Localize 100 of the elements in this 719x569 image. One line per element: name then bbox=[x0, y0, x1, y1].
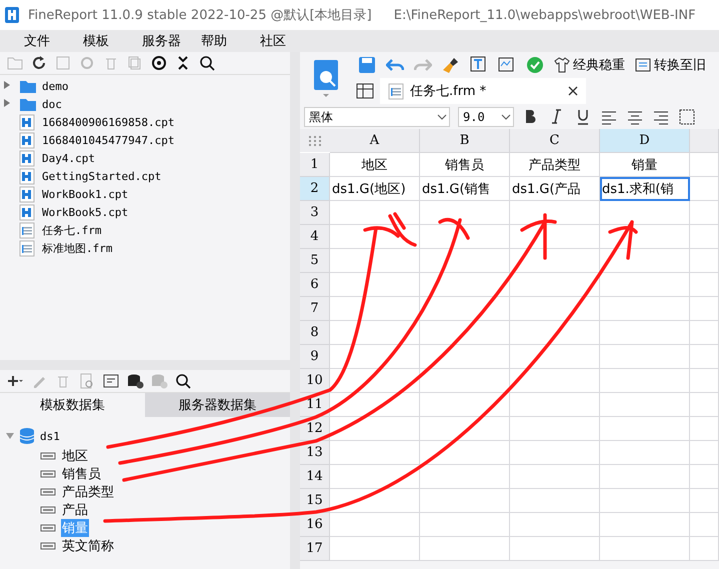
table-cell[interactable] bbox=[600, 201, 690, 225]
table-cell[interactable] bbox=[690, 153, 719, 177]
table-cell[interactable] bbox=[510, 321, 600, 345]
row-header[interactable]: 2 bbox=[300, 177, 330, 201]
table-cell[interactable] bbox=[420, 393, 510, 417]
file-name[interactable]: Day4.cpt bbox=[42, 152, 95, 164]
refresh-icon[interactable] bbox=[30, 54, 48, 72]
table-cell[interactable]: ds1.G(地区) bbox=[330, 177, 420, 201]
table-cell[interactable] bbox=[420, 441, 510, 465]
row-header[interactable]: 3 bbox=[300, 201, 330, 225]
table-cell[interactable] bbox=[690, 345, 719, 369]
table-cell[interactable] bbox=[600, 249, 690, 273]
table-cell[interactable] bbox=[510, 537, 600, 561]
table-cell[interactable] bbox=[330, 489, 420, 513]
table-cell[interactable] bbox=[690, 465, 719, 489]
column-header[interactable]: C bbox=[510, 129, 600, 153]
table-cell[interactable] bbox=[690, 273, 719, 297]
file-name[interactable]: WorkBook1.cpt bbox=[42, 188, 128, 200]
table-cell[interactable] bbox=[420, 201, 510, 225]
table-cell[interactable] bbox=[330, 345, 420, 369]
expand-arrow-icon[interactable] bbox=[4, 99, 10, 107]
table-cell[interactable] bbox=[420, 537, 510, 561]
table-cell[interactable] bbox=[600, 393, 690, 417]
table-cell[interactable] bbox=[690, 297, 719, 321]
row-header[interactable]: 15 bbox=[300, 489, 330, 513]
row-header[interactable]: 17 bbox=[300, 537, 330, 561]
text-search-icon[interactable] bbox=[470, 56, 488, 74]
table-cell[interactable] bbox=[420, 513, 510, 537]
row-header[interactable]: 5 bbox=[300, 249, 330, 273]
field-name[interactable]: 英文简称 bbox=[61, 537, 115, 555]
menu-item[interactable]: 文件 bbox=[24, 32, 83, 50]
border-icon[interactable] bbox=[678, 108, 696, 126]
table-cell[interactable] bbox=[420, 465, 510, 489]
table-cell[interactable] bbox=[510, 297, 600, 321]
table-cell[interactable]: 产品类型 bbox=[510, 153, 600, 177]
file-name[interactable]: 任务七.frm bbox=[42, 222, 102, 238]
file-name[interactable]: 标准地图.frm bbox=[42, 240, 112, 256]
table-cell[interactable] bbox=[420, 249, 510, 273]
table-cell[interactable] bbox=[510, 393, 600, 417]
row-header[interactable]: 13 bbox=[300, 441, 330, 465]
template-preview-icon[interactable] bbox=[311, 58, 341, 98]
table-cell[interactable] bbox=[510, 441, 600, 465]
table-cell[interactable] bbox=[600, 369, 690, 393]
size-dropdown[interactable]: 9.0 bbox=[458, 107, 514, 127]
table-cell[interactable] bbox=[690, 441, 719, 465]
table-cell[interactable] bbox=[510, 489, 600, 513]
table-cell[interactable] bbox=[510, 345, 600, 369]
row-header[interactable]: 9 bbox=[300, 345, 330, 369]
brush-icon[interactable] bbox=[442, 56, 460, 74]
convert-button[interactable]: 转换至旧 bbox=[654, 56, 706, 74]
column-header[interactable]: A bbox=[330, 129, 420, 153]
row-header[interactable]: 4 bbox=[300, 225, 330, 249]
dataset-name[interactable]: ds1 bbox=[40, 430, 60, 442]
table-cell[interactable]: 销售员 bbox=[420, 153, 510, 177]
table-cell[interactable] bbox=[510, 417, 600, 441]
table-cell[interactable] bbox=[600, 297, 690, 321]
editor-tab[interactable]: 任务七.frm * bbox=[380, 78, 586, 104]
font-dropdown[interactable]: 黑体 bbox=[304, 107, 450, 127]
table-cell[interactable] bbox=[690, 201, 719, 225]
dataset-tab[interactable]: 服务器数据集 bbox=[145, 393, 290, 417]
file-name[interactable]: 1668401045477947.cpt bbox=[42, 134, 174, 146]
table-cell[interactable] bbox=[510, 249, 600, 273]
menu-item[interactable]: 服务器 bbox=[142, 32, 201, 50]
table-cell[interactable] bbox=[420, 225, 510, 249]
table-cell[interactable] bbox=[330, 369, 420, 393]
table-cell[interactable] bbox=[690, 417, 719, 441]
database-icon[interactable] bbox=[126, 372, 144, 390]
table-cell[interactable] bbox=[420, 489, 510, 513]
row-header[interactable]: 6 bbox=[300, 273, 330, 297]
table-cell[interactable] bbox=[420, 345, 510, 369]
file-name[interactable]: WorkBook5.cpt bbox=[42, 206, 128, 218]
table-cell[interactable] bbox=[330, 201, 420, 225]
table-cell[interactable] bbox=[600, 345, 690, 369]
column-header[interactable]: B bbox=[420, 129, 510, 153]
table-cell[interactable] bbox=[420, 297, 510, 321]
table-cell[interactable] bbox=[510, 201, 600, 225]
table-cell[interactable] bbox=[510, 513, 600, 537]
table-cell[interactable]: 地区 bbox=[330, 153, 420, 177]
table-cell[interactable] bbox=[330, 513, 420, 537]
document-icon[interactable] bbox=[54, 54, 72, 72]
table-cell[interactable]: ds1.求和(销 bbox=[600, 177, 690, 201]
table-cell[interactable] bbox=[600, 225, 690, 249]
table-cell[interactable] bbox=[690, 513, 719, 537]
locate-icon[interactable] bbox=[150, 54, 168, 72]
menu-item[interactable]: 帮助 bbox=[201, 32, 260, 50]
chart-search-icon[interactable] bbox=[498, 56, 516, 74]
table-cell[interactable] bbox=[600, 417, 690, 441]
table-cell[interactable] bbox=[690, 225, 719, 249]
table-cell[interactable] bbox=[600, 321, 690, 345]
select-all-icon[interactable] bbox=[300, 129, 330, 152]
table-cell[interactable] bbox=[690, 321, 719, 345]
table-cell[interactable] bbox=[690, 369, 719, 393]
table-cell[interactable] bbox=[510, 465, 600, 489]
table-cell[interactable] bbox=[420, 321, 510, 345]
table-cell[interactable] bbox=[510, 225, 600, 249]
table-cell[interactable] bbox=[330, 321, 420, 345]
table-cell[interactable]: ds1.G(产品 bbox=[510, 177, 600, 201]
search-icon[interactable] bbox=[174, 372, 192, 390]
table-cell[interactable] bbox=[420, 417, 510, 441]
menu-item[interactable]: 社区 bbox=[260, 32, 319, 50]
